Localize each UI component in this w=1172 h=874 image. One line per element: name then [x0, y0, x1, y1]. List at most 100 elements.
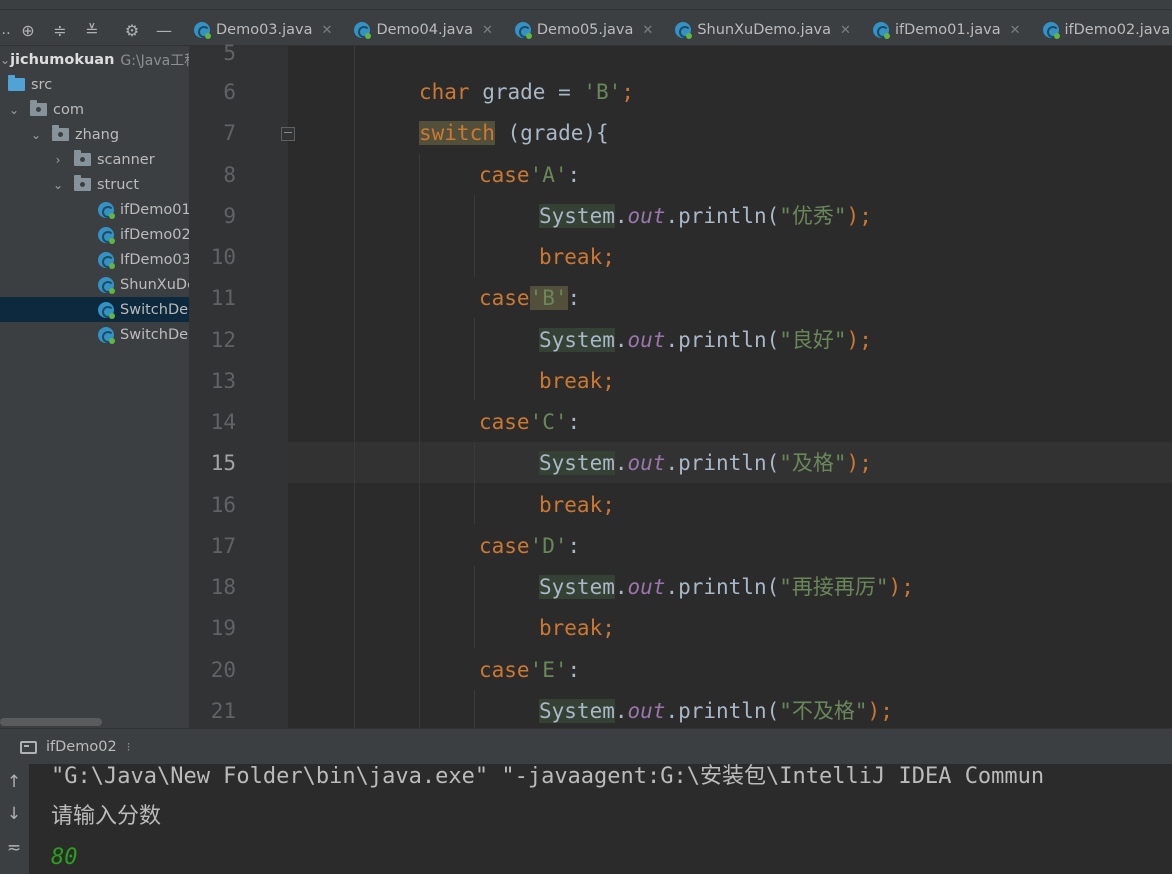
- console-output[interactable]: "G:\Java\New Folder\bin\java.exe" "-java…: [29, 764, 1172, 874]
- close-icon[interactable]: ✕: [1010, 23, 1021, 38]
- code-line-13[interactable]: break;: [539, 361, 615, 402]
- code-line-12[interactable]: System.out.println("良好");: [539, 320, 872, 361]
- tab-demo04[interactable]: Demo04.java ✕: [340, 14, 500, 46]
- code-text: :: [567, 286, 581, 310]
- close-icon[interactable]: ✕: [482, 23, 493, 38]
- locate-icon[interactable]: ⊕: [12, 14, 44, 46]
- string-literal: "不及格": [779, 699, 868, 723]
- project-toolbar: ‥ ⊕ ≑ ≚ ⚙ —: [0, 14, 190, 46]
- chevron-down-icon[interactable]: ⌄: [52, 178, 64, 192]
- keyword: break;: [539, 616, 615, 640]
- code-line-15[interactable]: System.out.println("及格");: [539, 443, 872, 484]
- field: out: [627, 328, 666, 352]
- code-line-11[interactable]: case'B':: [479, 278, 580, 319]
- soft-wrap-icon[interactable]: ≂: [2, 836, 26, 860]
- more-icon[interactable]: ⁝: [127, 740, 131, 754]
- keyword: break;: [539, 493, 615, 517]
- tree-item-label: IfDemo03: [120, 251, 190, 268]
- tab-shunxudemo[interactable]: ShunXuDemo.java ✕: [661, 14, 859, 46]
- arrow-down-icon[interactable]: ↓: [2, 802, 26, 826]
- code-line-9[interactable]: System.out.println("优秀");: [539, 196, 872, 237]
- tree-item-src[interactable]: src: [0, 72, 189, 97]
- source-folder-icon: [8, 75, 25, 91]
- close-icon[interactable]: ✕: [322, 23, 333, 38]
- indent-guide: [354, 46, 355, 728]
- code-line-21[interactable]: System.out.println("不及格");: [539, 691, 893, 732]
- more-icon[interactable]: ‥: [0, 14, 12, 46]
- package-icon: [74, 150, 91, 166]
- code-text: :: [567, 410, 581, 434]
- code-line-10[interactable]: break;: [539, 237, 615, 278]
- horizontal-scrollbar[interactable]: [0, 716, 189, 728]
- project-tree: ⌄ jichumokuan G:\Java工程 src ⌄ com ⌄ zhan…: [0, 46, 190, 728]
- java-class-icon: [98, 251, 115, 269]
- code-line-20[interactable]: case'E':: [479, 650, 580, 691]
- java-class-icon: [354, 22, 372, 39]
- tree-item-switchdemo01[interactable]: SwitchDemo01: [0, 297, 189, 322]
- tab-ifdemo02[interactable]: ifDemo02.java✕: [1029, 14, 1172, 46]
- code-line-16[interactable]: break;: [539, 485, 615, 526]
- string-literal: "优秀": [779, 204, 847, 228]
- tab-demo05[interactable]: Demo05.java ✕: [501, 14, 661, 46]
- tree-item-scanner[interactable]: › scanner: [0, 147, 189, 172]
- string-literal: 'C': [529, 410, 568, 434]
- tab-label: Demo05.java: [536, 22, 634, 38]
- chevron-right-icon[interactable]: ›: [52, 153, 64, 167]
- code-line-7[interactable]: switch (grade){: [419, 113, 609, 154]
- code-text: System: [539, 328, 615, 352]
- line-number: 6: [223, 80, 236, 104]
- code-line-14[interactable]: case'C':: [479, 402, 580, 443]
- java-class-icon: [98, 326, 115, 344]
- chevron-down-icon[interactable]: ⌄: [8, 103, 20, 117]
- run-tab-ifdemo02[interactable]: ifDemo02 ⁝: [0, 729, 130, 765]
- tab-label: ifDemo01.java: [894, 22, 1001, 38]
- tree-root[interactable]: ⌄ jichumokuan G:\Java工程: [0, 47, 189, 72]
- tab-label: ifDemo02.java: [1064, 22, 1171, 38]
- tree-item-com[interactable]: ⌄ com: [0, 97, 189, 122]
- tree-item-ifdemo03[interactable]: IfDemo03: [0, 247, 190, 272]
- code-line-19[interactable]: break;: [539, 608, 615, 649]
- string-literal: 'B': [583, 80, 622, 104]
- tab-ifdemo01[interactable]: ifDemo01.java ✕: [859, 14, 1029, 46]
- scrollbar-thumb[interactable]: [0, 718, 102, 726]
- keyword: break;: [539, 369, 615, 393]
- string-literal: "良好": [779, 328, 847, 352]
- arrow-up-icon[interactable]: ↑: [2, 770, 26, 794]
- keyword: break;: [539, 245, 615, 269]
- chevron-down-icon[interactable]: ⌄: [30, 128, 42, 142]
- code-text: .println(: [665, 451, 780, 475]
- tree-item-label: SwitchDemo01: [120, 301, 189, 318]
- tree-item-ifdemo01[interactable]: ifDemo01: [0, 197, 189, 222]
- code-text: .: [614, 328, 628, 352]
- tree-item-switchdemo02[interactable]: SwitchDemo02: [0, 322, 189, 347]
- code-line-8[interactable]: case'A':: [479, 155, 580, 196]
- code-line-17[interactable]: case'D':: [479, 526, 580, 567]
- fold-marker-icon[interactable]: [281, 127, 295, 141]
- tree-item-ifdemo02[interactable]: ifDemo02: [0, 222, 189, 247]
- expand-all-icon[interactable]: ≑: [44, 14, 76, 46]
- collapse-all-icon[interactable]: ≚: [76, 14, 108, 46]
- field: out: [627, 204, 666, 228]
- hide-icon[interactable]: —: [148, 14, 180, 46]
- tree-item-zhang[interactable]: ⌄ zhang: [0, 122, 189, 147]
- tree-item-label: src: [31, 76, 53, 93]
- line-number: 14: [210, 410, 236, 434]
- code-line-6[interactable]: char grade = 'B';: [419, 72, 634, 113]
- console-line: 请输入分数: [51, 804, 162, 829]
- keyword: switch: [419, 121, 495, 145]
- code-text: );: [846, 204, 872, 228]
- close-icon[interactable]: ✕: [642, 23, 653, 38]
- line-number: 5: [223, 41, 236, 65]
- chevron-down-icon[interactable]: ⌄: [0, 53, 10, 67]
- keyword: case: [479, 286, 530, 310]
- keyword: case: [479, 658, 530, 682]
- gear-icon[interactable]: ⚙: [116, 14, 148, 46]
- java-class-icon: [1042, 22, 1060, 39]
- navigation-bar: [0, 0, 1172, 10]
- tree-item-shunxudemo[interactable]: ShunXuDemo: [0, 272, 189, 297]
- close-icon[interactable]: ✕: [840, 23, 851, 38]
- code-line-18[interactable]: System.out.println("再接再厉");: [539, 567, 914, 608]
- line-number: 20: [210, 658, 236, 682]
- tree-item-struct[interactable]: ⌄ struct: [0, 172, 189, 197]
- field: out: [627, 699, 666, 723]
